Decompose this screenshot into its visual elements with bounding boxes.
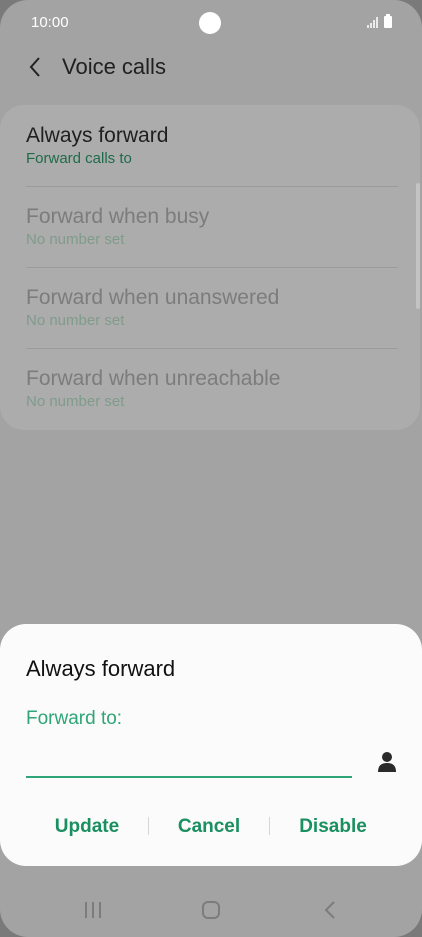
forward-number-input[interactable] (26, 744, 352, 778)
list-item-title: Forward when busy (26, 205, 210, 228)
signal-icon (367, 16, 378, 28)
list-item-title: Forward when unreachable (26, 367, 281, 390)
navigation-bar (0, 880, 422, 937)
nav-back-button[interactable] (310, 892, 350, 928)
back-icon (324, 901, 335, 919)
status-icons (367, 14, 392, 28)
list-item-title: Always forward (26, 124, 169, 147)
list-item-always-forward[interactable]: Always forward Forward calls to (26, 105, 398, 185)
list-item-subtitle: No number set (26, 231, 125, 248)
button-separator (269, 817, 270, 835)
list-item-title: Forward when unanswered (26, 286, 280, 309)
dialog-actions: Update Cancel Disable (0, 812, 422, 842)
dialog-title: Always forward (26, 656, 176, 681)
list-item-subtitle: No number set (26, 312, 125, 329)
front-camera (199, 12, 221, 34)
battery-icon (384, 14, 392, 28)
button-separator (148, 817, 149, 835)
contacts-button[interactable] (372, 748, 402, 776)
forwarding-options-list: Always forward Forward calls to Forward … (0, 105, 420, 430)
list-item-subtitle: Forward calls to (26, 150, 132, 167)
person-icon (378, 752, 396, 772)
cancel-button[interactable]: Cancel (154, 812, 264, 842)
recents-icon (85, 902, 101, 918)
back-button[interactable] (20, 52, 50, 82)
disable-button[interactable]: Disable (278, 812, 388, 842)
page-title: Voice calls (62, 54, 166, 79)
update-button[interactable]: Update (32, 812, 142, 842)
list-item-forward-when-unreachable[interactable]: Forward when unreachable No number set (26, 348, 398, 428)
status-bar: 10:00 (0, 0, 422, 44)
nav-recents-button[interactable] (73, 892, 113, 928)
forward-to-label: Forward to: (26, 708, 123, 729)
chevron-left-icon (29, 57, 40, 77)
list-item-subtitle: No number set (26, 393, 125, 410)
home-icon (202, 901, 220, 919)
scrollbar[interactable] (416, 183, 420, 309)
nav-home-button[interactable] (191, 892, 231, 928)
phone-screen: 10:00 Voice calls Always forward Forward… (0, 0, 422, 937)
app-bar: Voice calls (0, 46, 422, 90)
status-time: 10:00 (31, 14, 69, 31)
list-item-forward-when-busy[interactable]: Forward when busy No number set (26, 186, 398, 266)
list-item-forward-when-unanswered[interactable]: Forward when unanswered No number set (26, 267, 398, 347)
